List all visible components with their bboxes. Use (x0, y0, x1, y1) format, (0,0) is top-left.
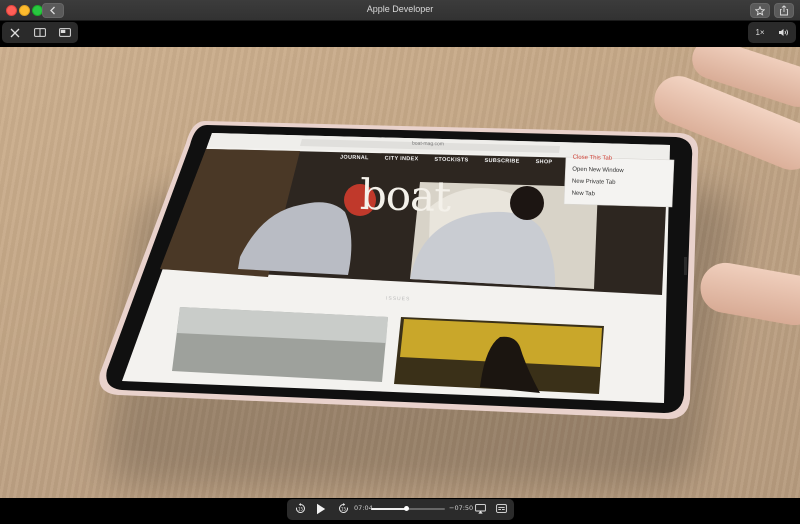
section-label: ISSUES (385, 295, 411, 303)
picture-in-picture-icon (58, 28, 71, 37)
captions-icon (495, 504, 507, 513)
nav-item-shop: SHOP (535, 159, 553, 166)
player-window-controls (2, 22, 78, 43)
svg-text:15: 15 (340, 507, 346, 512)
captions-button[interactable] (494, 498, 508, 519)
playback-speed-button[interactable]: 1× (748, 22, 772, 43)
site-logo: boat (359, 169, 451, 222)
star-icon (755, 5, 765, 16)
svg-text:15: 15 (297, 507, 303, 512)
player-top-bar: 1× (0, 21, 800, 45)
airplay-icon (474, 503, 486, 514)
picture-in-picture-button[interactable] (52, 22, 77, 43)
safari-tab-menu: Close This Tab Open New Window New Priva… (571, 155, 668, 206)
remaining-time: −07:50 (449, 504, 474, 512)
share-button[interactable] (774, 3, 794, 18)
scrubber-progress (371, 508, 407, 510)
share-icon (780, 5, 788, 16)
player-bottom-bar: 15 15 07:04 −07:50 (0, 498, 800, 524)
scrubber-track[interactable] (371, 506, 445, 511)
skip-forward-button[interactable]: 15 (335, 498, 351, 519)
current-time: 07:04 (354, 504, 373, 512)
skip-forward-15-icon: 15 (338, 503, 348, 513)
scrubber-knob[interactable] (403, 506, 409, 511)
ipad-side-button (684, 257, 687, 275)
play-icon (317, 503, 326, 514)
ipad-url: boat-mag.com (411, 140, 445, 148)
person-right-head (510, 186, 544, 220)
close-icon (10, 28, 19, 37)
window-titlebar: Apple Developer (0, 0, 800, 21)
nav-item-journal: JOURNAL (339, 154, 369, 162)
close-player-button[interactable] (2, 22, 27, 43)
window-title: Apple Developer (366, 4, 434, 14)
nav-item-city-index: CITY INDEX (384, 155, 419, 163)
volume-button[interactable] (772, 22, 796, 43)
skip-back-button[interactable]: 15 (292, 498, 308, 519)
video-frame[interactable]: boat-mag.com JOURNAL CITY INDEX STOCKIST… (0, 47, 800, 498)
speaker-volume-icon (779, 29, 788, 36)
skip-back-15-icon: 15 (295, 503, 305, 513)
player-audio-controls: 1× (748, 22, 796, 43)
play-button[interactable] (313, 498, 329, 519)
airplay-button[interactable] (473, 498, 487, 519)
split-view-icon (33, 28, 46, 37)
favorite-button[interactable] (750, 3, 770, 18)
nav-item-stockists: STOCKISTS (434, 156, 469, 164)
resize-player-button[interactable] (27, 22, 52, 43)
nav-item-subscribe: SUBSCRIBE (484, 157, 520, 165)
